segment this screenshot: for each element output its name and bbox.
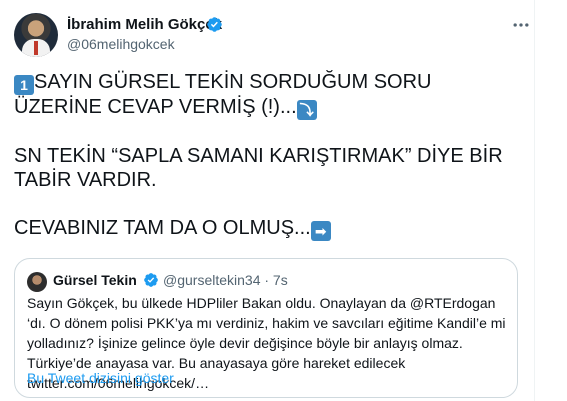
quoted-author-avatar (27, 272, 47, 292)
author-display-name[interactable]: İbrahim Melih Gökçek (67, 16, 222, 33)
column-border (534, 0, 535, 401)
tweet-line-1: 1 SAYIN GÜRSEL TEKİN SORDUĞUM SORU ÜZERİN… (14, 70, 524, 120)
keycap-one-icon: 1 (14, 75, 34, 95)
tweet-line-3-text: CEVABINIZ TAM DA O OLMUŞ... (14, 217, 311, 239)
quoted-tweet-card[interactable]: Gürsel Tekin @gurseltekin34 · 7s Sayın G… (14, 258, 518, 398)
tweet-header: İbrahim Melih Gökçek @06melihgokcek (14, 13, 529, 61)
author-avatar[interactable] (14, 13, 58, 57)
avatar-tie (34, 41, 38, 55)
more-horizontal-icon[interactable] (511, 15, 531, 35)
tweet-body: 1 SAYIN GÜRSEL TEKİN SORDUĞUM SORU ÜZERİN… (14, 70, 524, 241)
author-handle[interactable]: @06melihgokcek (67, 36, 175, 52)
quoted-author-display-name: Gürsel Tekin (53, 272, 137, 288)
tweet-line-2: SN TEKİN “SAPLA SAMANI KARIŞTIRMAK” DİYE… (14, 145, 503, 191)
arrow-right-icon: ➡ (310, 221, 331, 241)
show-thread-link[interactable]: Bu Tweet dizisini göster (27, 370, 174, 386)
tweet-line-1-text: SAYIN GÜRSEL TEKİN SORDUĞUM SORU ÜZERİNE… (14, 71, 432, 118)
arrow-down-right-icon: ⤵ (296, 100, 317, 120)
verified-badge-icon (144, 273, 158, 287)
tweet-line-3: CEVABINIZ TAM DA O OLMUŞ... ➡ (14, 216, 524, 241)
verified-badge-icon (207, 17, 222, 32)
quoted-author-handle-time: @gurseltekin34 · 7s (163, 272, 288, 288)
